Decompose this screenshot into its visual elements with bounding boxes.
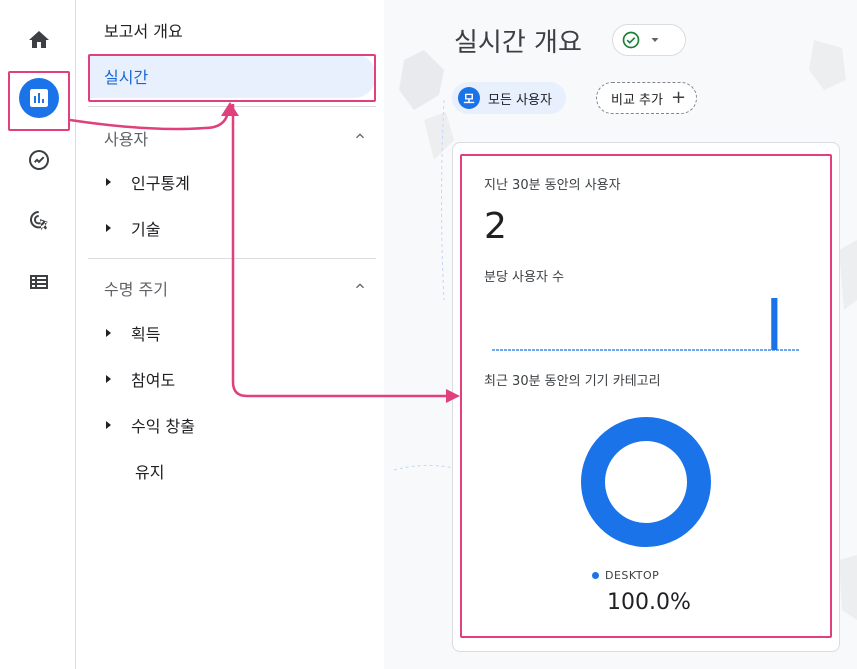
expand-arrow-icon — [106, 375, 111, 383]
check-circle-icon — [621, 30, 641, 50]
nav-item-acquisition[interactable]: 획득 — [88, 311, 376, 355]
nav-divider — [88, 258, 376, 259]
nav-section-label: 사용자 — [104, 130, 149, 149]
legend-swatch — [592, 572, 599, 579]
nav-item-label: 획득 — [131, 325, 161, 344]
chart-bar--3[interactable] — [771, 298, 778, 350]
nav-item-demographics[interactable]: 인구통계 — [88, 160, 376, 204]
users-per-minute-chart — [492, 298, 800, 351]
expand-arrow-icon — [106, 421, 111, 429]
nav-section-label: 수명 주기 — [104, 280, 168, 299]
segment-chip[interactable]: 모 모든 사용자 — [452, 82, 566, 114]
expand-arrow-icon — [106, 224, 111, 232]
segment-badge: 모 — [458, 87, 480, 109]
nav-section-users[interactable]: 사용자 — [88, 116, 376, 160]
nav-item-label: 수익 창출 — [131, 417, 195, 436]
device-category-title: 최근 30분 동안의 기기 카테고리 — [484, 374, 661, 389]
configure-icon[interactable] — [19, 262, 59, 302]
users-last-30-title: 지난 30분 동안의 사용자 — [484, 178, 621, 193]
plus-icon: + — [670, 87, 687, 108]
page-title: 실시간 개요 — [454, 28, 582, 58]
reports-icon[interactable] — [19, 78, 59, 118]
advertising-icon[interactable] — [19, 200, 59, 240]
device-percentage: 100.0% — [607, 590, 691, 615]
chevron-up-icon — [352, 128, 368, 144]
nav-item-engagement[interactable]: 참여도 — [88, 357, 376, 401]
expand-arrow-icon — [106, 329, 111, 337]
report-nav: 보고서 개요 실시간 사용자 인구통계 기술 수명 주기 획득 참여도 수익 창… — [76, 0, 384, 669]
users-per-minute-title: 분당 사용자 수 — [484, 270, 565, 285]
nav-divider — [88, 106, 376, 107]
segment-label: 모든 사용자 — [488, 92, 552, 108]
donut-slice-desktop[interactable] — [581, 417, 711, 547]
nav-item-label: 참여도 — [131, 371, 176, 390]
nav-item-retention[interactable]: 유지 — [88, 449, 376, 493]
add-comparison-button[interactable]: 비교 추가 + — [596, 82, 698, 114]
device-legend: DESKTOP — [592, 569, 659, 582]
nav-item-label: 인구통계 — [131, 174, 190, 193]
legend-label: DESKTOP — [605, 569, 660, 582]
expand-arrow-icon — [106, 178, 111, 186]
nav-item-label: 보고서 개요 — [104, 22, 183, 41]
nav-item-label: 실시간 — [104, 68, 149, 87]
icon-rail — [0, 0, 76, 669]
device-category-donut — [581, 417, 711, 547]
data-status-chip[interactable] — [612, 24, 686, 56]
explore-icon[interactable] — [19, 140, 59, 180]
chevron-up-icon — [352, 278, 368, 294]
nav-item-realtime[interactable]: 실시간 — [88, 54, 376, 98]
nav-item-monetization[interactable]: 수익 창출 — [88, 403, 376, 447]
nav-item-label: 기술 — [131, 220, 161, 239]
nav-item-overview[interactable]: 보고서 개요 — [88, 8, 376, 52]
nav-item-label: 유지 — [135, 463, 165, 482]
users-last-30-value: 2 — [484, 206, 507, 247]
compare-label: 비교 추가 — [611, 92, 663, 108]
nav-section-lifecycle[interactable]: 수명 주기 — [88, 266, 376, 310]
home-icon[interactable] — [19, 20, 59, 60]
nav-item-tech[interactable]: 기술 — [88, 206, 376, 250]
dropdown-icon — [649, 34, 661, 46]
